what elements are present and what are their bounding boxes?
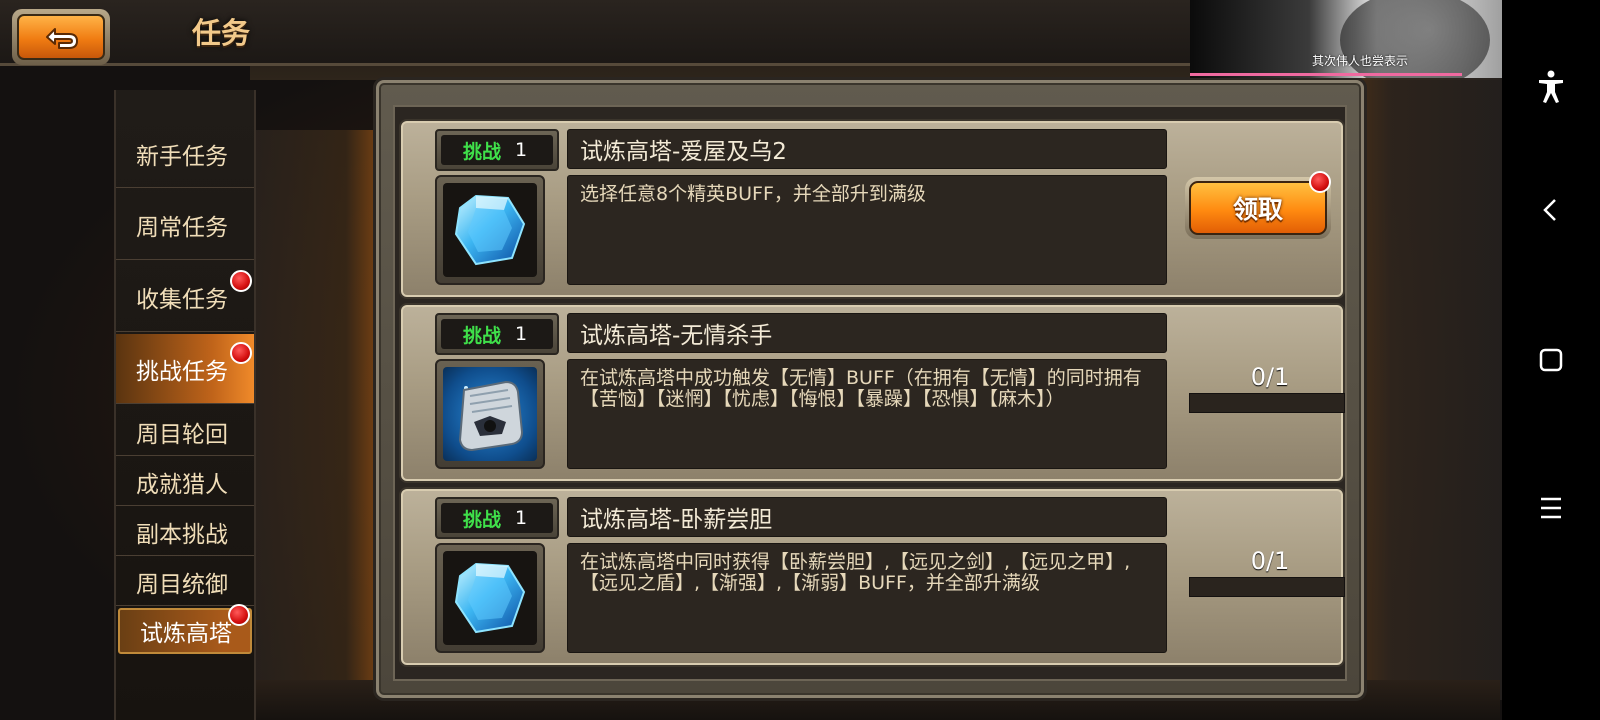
menu-icon [1541, 497, 1561, 519]
quest-tag-number: 1 [515, 507, 528, 529]
quest-progress-bar [1189, 577, 1345, 597]
quest-card: 挑战 1 试炼高塔-无情杀手 在试炼高塔中成功触发【无情】BUFF（在拥有【无情… [401, 305, 1345, 481]
sidebar-item-label: 收集任务 [136, 286, 228, 313]
sidebar-item-label: 试炼高塔 [140, 621, 232, 647]
quest-reward-frame [435, 175, 545, 285]
notification-dot [230, 270, 252, 292]
quest-category-sidebar: 新手任务 周常任务 收集任务 挑战任务 周目轮回 成就猎人 副本挑战 周目统御 … [114, 90, 256, 720]
notification-dot [228, 604, 250, 626]
claim-button-label: 领取 [1189, 181, 1327, 235]
notification-dot [1309, 171, 1331, 193]
sidebar-item-label: 副本挑战 [136, 521, 228, 548]
back-nav-button[interactable] [1531, 190, 1571, 230]
square-home-icon [1539, 348, 1563, 372]
blue-crystal-icon [454, 562, 526, 634]
quest-description: 在试炼高塔中同时获得【卧薪尝胆】,【远见之剑】,【远见之甲】,【远见之盾】,【渐… [567, 543, 1167, 653]
home-nav-button[interactable] [1531, 340, 1571, 380]
quest-tag-number: 1 [515, 323, 528, 345]
quest-description: 在试炼高塔中成功触发【无情】BUFF（在拥有【无情】的同时拥有【苦恼】【迷惘】【… [567, 359, 1167, 469]
sidebar-item-label: 周目统御 [136, 571, 228, 598]
chevron-left-icon [1543, 199, 1556, 221]
quest-progress-bar [1189, 393, 1345, 413]
claim-reward-button[interactable]: 领取 [1185, 171, 1331, 239]
sidebar-item-cycle[interactable]: 周目轮回 [116, 408, 254, 456]
sidebar-item-label: 挑战任务 [136, 358, 228, 385]
quest-reward-frame [435, 543, 545, 653]
quest-name: 试炼高塔-卧薪尝胆 [567, 497, 1167, 537]
quest-card: 挑战 1 [401, 489, 1345, 665]
quest-tag: 挑战 1 [435, 313, 559, 355]
sidebar-item-label: 成就猎人 [136, 471, 228, 498]
sidebar-item-dominion[interactable]: 周目统御 [116, 558, 254, 606]
video-progress-bar [1190, 73, 1462, 76]
quest-description: 选择任意8个精英BUFF，并全部升到满级 [567, 175, 1167, 285]
sidebar-item-trial-tower[interactable]: 试炼高塔 [118, 604, 252, 654]
accessibility-button[interactable] [1531, 66, 1571, 106]
video-overlay[interactable]: 其次伟人也尝表示 [1190, 0, 1530, 78]
sidebar-item-label: 周常任务 [136, 214, 228, 241]
sidebar-item-challenge[interactable]: 挑战任务 [116, 334, 254, 404]
page-title: 任务 [192, 16, 251, 50]
quest-reward-frame [435, 359, 545, 469]
quest-panel: 挑战 1 试炼高塔-爱屋及乌2 选择任意8个精英BUFF，并全部升到满级 领取 … [376, 80, 1364, 698]
quest-tag: 挑战 1 [435, 497, 559, 539]
sidebar-item-label: 新手任务 [136, 143, 228, 170]
quest-list: 挑战 1 试炼高塔-爱屋及乌2 选择任意8个精英BUFF，并全部升到满级 领取 … [393, 105, 1347, 681]
quest-progress-text: 0/1 [1250, 547, 1290, 575]
quest-tag-label: 挑战 [463, 508, 502, 531]
quest-name: 试炼高塔-爱屋及乌2 [567, 129, 1167, 169]
back-button[interactable] [12, 9, 110, 65]
system-nav-bar [1502, 0, 1600, 720]
quest-tag-number: 1 [515, 139, 528, 161]
sidebar-item-novice[interactable]: 新手任务 [116, 120, 254, 188]
return-arrow-icon [46, 28, 78, 49]
sidebar-item-dungeon[interactable]: 副本挑战 [116, 508, 254, 556]
sidebar-item-collection[interactable]: 收集任务 [116, 262, 254, 332]
video-caption: 其次伟人也尝表示 [1311, 54, 1408, 68]
quest-tag-label: 挑战 [463, 140, 502, 163]
quest-tag-label: 挑战 [463, 324, 502, 347]
sidebar-item-achievement[interactable]: 成就猎人 [116, 458, 254, 506]
accessibility-icon [1539, 70, 1563, 103]
sidebar-item-label: 周目轮回 [136, 421, 228, 448]
quest-name: 试炼高塔-无情杀手 [567, 313, 1167, 353]
top-bar: 任务 [0, 0, 1200, 66]
quest-tag: 挑战 1 [435, 129, 559, 171]
quest-card: 挑战 1 [401, 121, 1343, 297]
corridor-right-wall [1340, 60, 1502, 700]
blue-crystal-icon [454, 194, 526, 266]
sidebar-item-weekly[interactable]: 周常任务 [116, 190, 254, 260]
notification-dot [230, 342, 252, 364]
menu-nav-button[interactable] [1531, 488, 1571, 528]
scroll-icon [458, 380, 524, 452]
quest-progress-text: 0/1 [1250, 363, 1290, 391]
